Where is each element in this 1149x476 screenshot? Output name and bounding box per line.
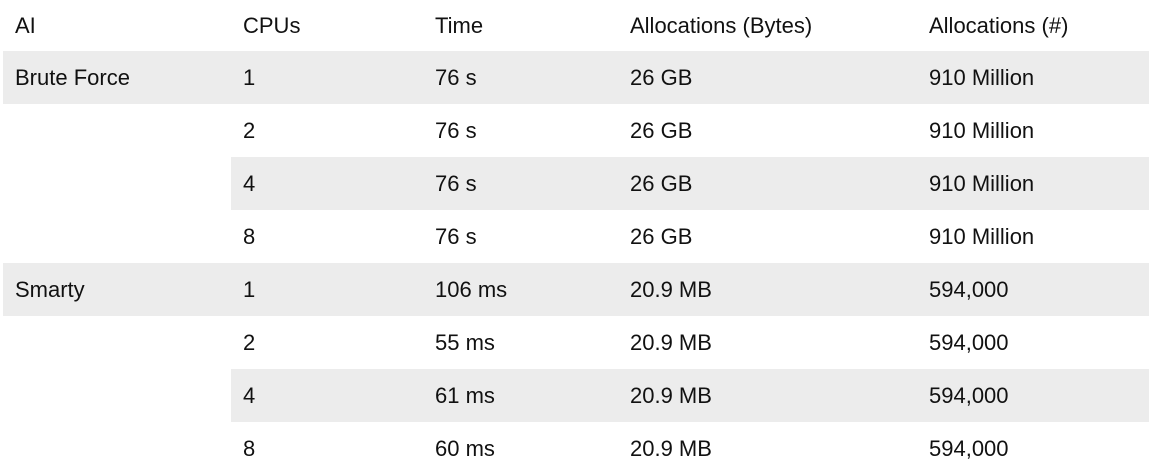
table-row: Brute Force 1 76 s 26 GB 910 Million: [3, 51, 1149, 104]
cell-allocations-count: 594,000: [929, 382, 1009, 408]
cell-time: 61 ms: [435, 382, 495, 408]
cell-allocations-count: 594,000: [929, 435, 1009, 461]
cell-cpus: 1: [243, 64, 256, 90]
cell-cpus: 2: [243, 329, 256, 355]
cell-ai: Smarty: [15, 276, 85, 302]
cell-cpus: 4: [243, 170, 256, 196]
cell-time: 106 ms: [435, 276, 508, 302]
cell-cpus: 2: [243, 117, 256, 143]
cell-allocations-bytes: 26 GB: [630, 223, 693, 249]
cell-allocations-count: 594,000: [929, 329, 1009, 355]
table-row: 2 76 s 26 GB 910 Million: [3, 104, 1149, 157]
table-row: 8 60 ms 20.9 MB 594,000: [3, 422, 1149, 475]
table-row: 2 55 ms 20.9 MB 594,000: [3, 316, 1149, 369]
cell-cpus: 1: [243, 276, 256, 302]
cell-allocations-bytes: 20.9 MB: [630, 435, 712, 461]
header-time: Time: [435, 12, 484, 38]
table-row: 4 61 ms 20.9 MB 594,000: [3, 369, 1149, 422]
cell-time: 76 s: [435, 117, 477, 143]
cell-allocations-bytes: 26 GB: [630, 64, 693, 90]
cell-ai: Brute Force: [15, 64, 130, 90]
cell-allocations-count: 910 Million: [929, 117, 1035, 143]
cell-allocations-count: 594,000: [929, 276, 1009, 302]
cell-allocations-bytes: 26 GB: [630, 117, 693, 143]
table-row: 8 76 s 26 GB 910 Million: [3, 210, 1149, 263]
cell-allocations-count: 910 Million: [929, 64, 1035, 90]
cell-time: 55 ms: [435, 329, 495, 355]
benchmark-table: AI CPUs Time Allocations (Bytes) Allocat…: [3, 0, 1149, 475]
table-row: Smarty 1 106 ms 20.9 MB 594,000: [3, 263, 1149, 316]
cell-allocations-bytes: 26 GB: [630, 170, 693, 196]
cell-time: 76 s: [435, 170, 477, 196]
header-ai: AI: [15, 12, 36, 38]
cell-allocations-bytes: 20.9 MB: [630, 329, 712, 355]
cell-allocations-bytes: 20.9 MB: [630, 276, 712, 302]
cell-allocations-count: 910 Million: [929, 223, 1035, 249]
cell-cpus: 8: [243, 435, 256, 461]
cell-allocations-count: 910 Million: [929, 170, 1035, 196]
cell-allocations-bytes: 20.9 MB: [630, 382, 712, 408]
header-cpus: CPUs: [243, 12, 301, 38]
header-allocations-count: Allocations (#): [929, 12, 1069, 38]
table-header-row: AI CPUs Time Allocations (Bytes) Allocat…: [3, 0, 1149, 51]
cell-cpus: 8: [243, 223, 256, 249]
cell-time: 76 s: [435, 223, 477, 249]
cell-time: 76 s: [435, 64, 477, 90]
cell-time: 60 ms: [435, 435, 495, 461]
header-allocations-bytes: Allocations (Bytes): [630, 12, 813, 38]
table-row: 4 76 s 26 GB 910 Million: [3, 157, 1149, 210]
cell-cpus: 4: [243, 382, 256, 408]
